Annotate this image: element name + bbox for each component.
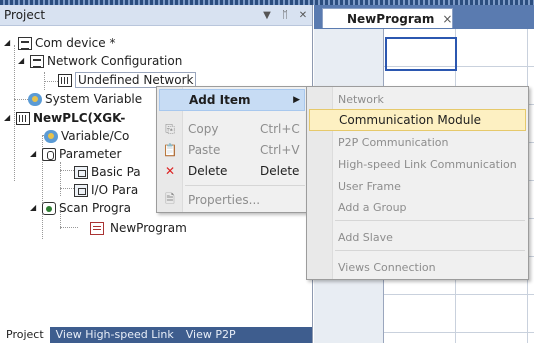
menu-item-label: Communication Module [339, 113, 482, 127]
tree-item-label: Basic Pa [91, 165, 141, 179]
pin-icon[interactable]: ᛖ [276, 10, 294, 21]
tree-item-label: Com device * [35, 36, 116, 50]
menu-separator [335, 220, 525, 221]
tree-item-label: Parameter [59, 147, 122, 161]
tree-item-basic-parameter[interactable]: Basic Pa [74, 163, 141, 181]
expand-arrow-icon[interactable]: ◢ [4, 113, 10, 122]
tree-item-variable-comment[interactable]: Variable/Co [44, 127, 129, 145]
close-tab-icon[interactable]: × [442, 12, 452, 26]
project-panel-title: Project [4, 8, 46, 22]
tab-label: NewProgram [347, 11, 435, 26]
menu-item-shortcut: Delete [260, 164, 300, 178]
basic-parameter-icon [74, 165, 88, 179]
menu-item-copy[interactable]: ⎘ Copy Ctrl+C [159, 118, 305, 140]
tree-item-scan-program[interactable]: ◢ Scan Progra [30, 199, 131, 217]
tree-item-system-variable[interactable]: System Variable [28, 90, 142, 108]
context-menu: Add Item ▶ ⎘ Copy Ctrl+C 📋 Paste Ctrl+V … [156, 86, 308, 213]
menu-separator [335, 250, 525, 251]
tree-item-plc[interactable]: ◢ NewPLC(XGK- [4, 109, 125, 127]
menu-item-properties[interactable]: 🗎 Properties... [159, 189, 305, 211]
network-icon [58, 73, 72, 87]
tree-item-label: NewProgram [110, 221, 187, 235]
plc-icon [16, 111, 30, 125]
tree-item-label: NewPLC(XGK- [33, 111, 126, 125]
variable-comment-icon [44, 129, 58, 143]
dropdown-icon[interactable]: ▼ [258, 10, 276, 21]
tree-guide-line [60, 227, 78, 228]
menu-item-shortcut: Ctrl+V [260, 143, 300, 157]
tree-guide-line [60, 162, 61, 196]
tree-item-com-device[interactable]: ◢ Com device * [4, 34, 115, 52]
submenu-item-add-group[interactable]: Add a Group [309, 196, 526, 218]
tree-guide-line [14, 99, 28, 100]
tab-project[interactable]: Project [0, 327, 50, 343]
menu-item-label: Add a Group [338, 200, 407, 214]
menu-item-label: P2P Communication [338, 135, 449, 149]
paste-icon: 📋 [162, 143, 178, 157]
panel-tab-strip: Project View High-speed Link View P2P [0, 327, 312, 343]
com-device-icon [18, 36, 32, 50]
expand-arrow-icon[interactable]: ◢ [30, 203, 36, 212]
tree-item-new-program[interactable]: NewProgram [90, 219, 187, 237]
scan-program-icon [42, 201, 56, 215]
tab-view-high-speed-link[interactable]: View High-speed Link [50, 327, 180, 343]
copy-icon: ⎘ [165, 121, 175, 136]
delete-icon: ✕ [164, 164, 176, 178]
parameter-icon [42, 147, 56, 161]
submenu-item-user-frame[interactable]: User Frame [309, 175, 526, 197]
tree-item-network-configuration[interactable]: ◢ Network Configuration [18, 52, 182, 70]
menu-item-paste[interactable]: 📋 Paste Ctrl+V [159, 139, 305, 161]
expand-arrow-icon[interactable]: ◢ [4, 38, 10, 47]
submenu-item-views-connection[interactable]: Views Connection [309, 256, 526, 278]
tree-guide-line [44, 81, 58, 82]
tree-item-label: I/O Para [91, 183, 139, 197]
submenu-item-network[interactable]: Network [309, 88, 526, 110]
tab-view-p2p[interactable]: View P2P [180, 327, 242, 343]
tree-item-parameter[interactable]: ◢ Parameter [30, 145, 121, 163]
submenu-arrow-icon: ▶ [293, 95, 300, 105]
menu-item-label: Delete [188, 164, 228, 178]
add-item-submenu: Network Communication Module P2P Communi… [306, 86, 529, 280]
menu-item-add-item[interactable]: Add Item ▶ [159, 89, 305, 111]
tree-item-label: System Variable [45, 92, 143, 106]
selected-cell-cursor [385, 37, 457, 71]
menu-item-label: Add Item [189, 93, 251, 107]
project-panel-header: Project ▼ ᛖ ✕ [0, 5, 312, 26]
menu-item-label: Views Connection [338, 260, 436, 274]
expand-arrow-icon[interactable]: ◢ [30, 149, 36, 158]
network-configuration-icon [30, 54, 44, 68]
menu-item-label: Paste [188, 143, 221, 157]
expand-arrow-icon[interactable]: ◢ [18, 56, 24, 65]
tree-item-io-parameter[interactable]: I/O Para [74, 181, 138, 199]
tree-guide-line [60, 188, 74, 189]
menu-item-label: User Frame [338, 179, 401, 193]
menu-item-shortcut: Ctrl+C [260, 122, 300, 136]
submenu-item-add-slave[interactable]: Add Slave [309, 226, 526, 248]
tree-item-label: Scan Progra [59, 201, 131, 215]
menu-item-label: High-speed Link Communication [338, 157, 517, 171]
menu-separator [185, 185, 305, 186]
submenu-item-p2p-communication[interactable]: P2P Communication [309, 131, 526, 153]
menu-item-delete[interactable]: ✕ Delete Delete [159, 160, 305, 182]
submenu-item-high-speed-link[interactable]: High-speed Link Communication [309, 153, 526, 175]
tree-item-label: Variable/Co [61, 129, 130, 143]
menu-item-label: Add Slave [338, 230, 393, 244]
menu-item-label: Properties... [188, 193, 261, 207]
system-variable-icon [28, 92, 42, 106]
tab-new-program[interactable]: NewProgram × [322, 8, 453, 28]
tree-guide-line [60, 170, 74, 171]
program-icon [90, 221, 104, 235]
io-parameter-icon [74, 183, 88, 197]
submenu-item-communication-module[interactable]: Communication Module [309, 109, 526, 131]
menu-item-label: Copy [188, 122, 219, 136]
tree-item-label: Network Configuration [47, 54, 183, 68]
close-icon[interactable]: ✕ [294, 10, 312, 21]
properties-icon: 🗎 [165, 191, 175, 206]
menu-item-label: Network [338, 92, 384, 106]
